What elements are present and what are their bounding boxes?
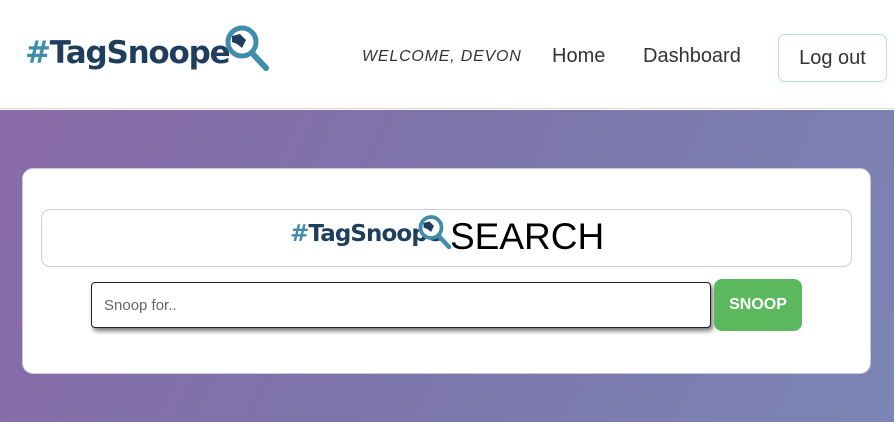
nav-home-link[interactable]: Home (552, 45, 605, 68)
top-navbar: #TagSnoope WELCOME, DEVON Home Dashboard… (0, 0, 894, 109)
magnifier-icon (418, 215, 452, 250)
search-title-word: SEARCH (450, 216, 605, 257)
search-input[interactable] (91, 282, 711, 328)
logo-word: TagSnoope (49, 35, 231, 71)
nav-dashboard-link[interactable]: Dashboard (643, 45, 741, 68)
welcome-text: WELCOME, DEVON (362, 48, 522, 65)
magnifier-icon (225, 25, 269, 71)
search-title-panel: #TagSnoope SEARCH (41, 209, 852, 267)
logo-text: #TagSnoope (25, 35, 231, 71)
logout-button[interactable]: Log out (778, 34, 887, 82)
search-card: #TagSnoope SEARCH SNOOP (22, 168, 871, 374)
title-logo-hash: # (290, 221, 309, 247)
snoop-button[interactable]: SNOOP (714, 279, 802, 331)
logo-hash: # (25, 35, 51, 71)
